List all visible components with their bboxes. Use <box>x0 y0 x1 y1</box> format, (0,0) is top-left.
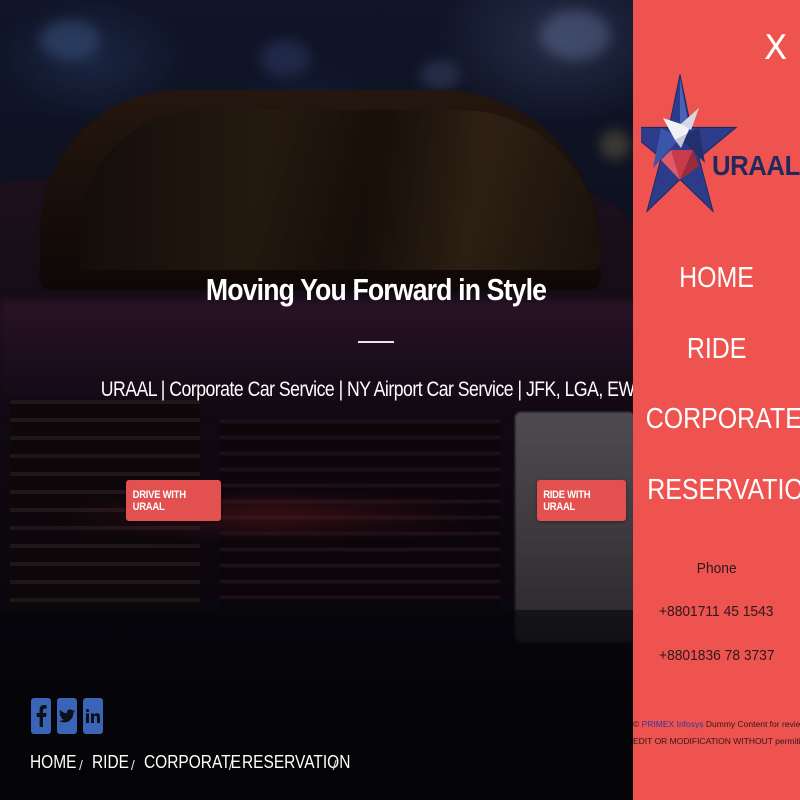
facebook-icon[interactable] <box>31 698 51 734</box>
panel-nav-corporate[interactable]: CORPORATE <box>633 403 800 436</box>
footer-nav-home[interactable]: HOME <box>30 752 76 773</box>
footer-nav-separator: / <box>228 756 233 773</box>
footer-nav-ride[interactable]: RIDE <box>92 752 129 773</box>
copyright-notice: © PRIMEX Infosys Dummy Content for revie… <box>633 716 800 750</box>
twitter-icon[interactable] <box>57 698 77 734</box>
copyright-line-1: © PRIMEX Infosys Dummy Content for revie… <box>633 716 800 733</box>
copyright-symbol: © <box>633 719 640 729</box>
uraal-logo-text: URAAL <box>712 150 800 181</box>
copyright-brand-link[interactable]: PRIMEX Infosys <box>642 719 704 729</box>
social-links <box>31 698 103 734</box>
footer-nav-corporate[interactable]: CORPORATE <box>144 752 241 773</box>
phone-number-1[interactable]: +8801711 45 1543 <box>633 603 800 620</box>
hero-divider <box>358 341 394 343</box>
hero-subtitle: URAAL | Corporate Car Service | NY Airpo… <box>100 378 652 401</box>
phone-label-text: Phone <box>696 560 737 577</box>
footer-nav: HOME / RIDE / CORPORATE / RESERVATION / <box>30 752 350 773</box>
ride-with-uraal-button[interactable]: RIDE WITH URAAL <box>537 480 626 521</box>
panel-nav-reservation-label: RESERVATION <box>647 474 800 506</box>
hero-title: Moving You Forward in Style <box>205 272 547 307</box>
linkedin-icon[interactable] <box>83 698 103 734</box>
ride-with-uraal-label: RIDE WITH URAAL <box>543 488 591 513</box>
footer-nav-separator: / <box>79 756 83 773</box>
panel-nav-home-label: HOME <box>679 262 754 294</box>
footer-nav-separator: / <box>130 756 135 773</box>
phone-number-2[interactable]: +8801836 78 3737 <box>633 647 800 664</box>
copyright-text: Dummy Content for review DO NOT COPY <box>705 719 800 729</box>
footer-nav-reservation[interactable]: RESERVATION <box>242 752 350 773</box>
copyright-line-2: EDIT OR MODIFICATION WITHOUT permition o… <box>633 736 800 746</box>
drive-with-uraal-label: DRIVE WITH URAAL <box>132 488 186 513</box>
panel-nav-reservation[interactable]: RESERVATION <box>633 474 800 507</box>
phone-label: Phone <box>633 560 800 577</box>
panel-nav-ride-label: RIDE <box>686 333 747 365</box>
panel-nav-corporate-label: CORPORATE <box>645 403 800 435</box>
drive-with-uraal-button[interactable]: DRIVE WITH URAAL <box>126 480 221 521</box>
phone-number-2-text: +8801836 78 3737 <box>658 647 775 664</box>
uraal-logo <box>641 74 738 213</box>
phone-number-1-text: +8801711 45 1543 <box>659 603 774 620</box>
close-icon[interactable]: X <box>764 31 787 65</box>
panel-nav-home[interactable]: HOME <box>633 262 800 295</box>
panel-nav-ride[interactable]: RIDE <box>633 333 800 366</box>
footer-nav-separator: / <box>332 756 337 773</box>
